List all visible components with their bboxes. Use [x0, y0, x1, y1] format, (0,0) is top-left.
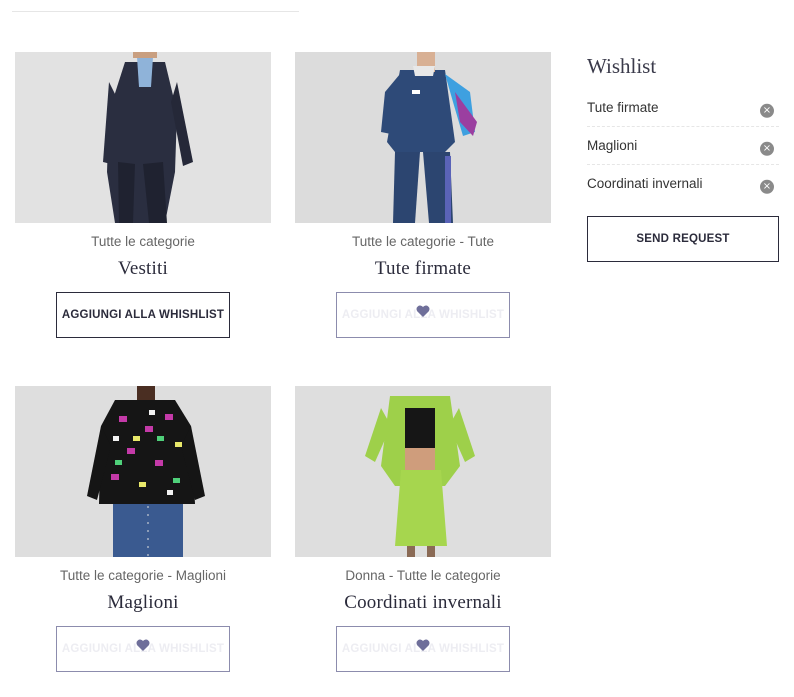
add-to-wishlist-button[interactable]: AGGIUNGI ALLA WHISHLIST: [56, 626, 230, 672]
product-card-tute-firmate: Tutte le categorie - Tute Tute firmate A…: [295, 52, 551, 338]
product-card-maglioni: Tutte le categorie - Maglioni Maglioni A…: [15, 386, 271, 672]
wishlist-title: Wishlist: [587, 54, 657, 78]
product-title[interactable]: Coordinati invernali: [295, 592, 551, 614]
heart-icon: [416, 293, 430, 337]
remove-icon[interactable]: ×: [760, 103, 774, 118]
product-category: Donna - Tutte le categorie: [345, 568, 501, 583]
heart-icon: [416, 627, 430, 671]
send-request-button[interactable]: SEND REQUEST: [587, 216, 779, 262]
wishlist-item: Maglioni ×: [587, 127, 779, 165]
add-to-wishlist-button[interactable]: AGGIUNGI ALLA WHISHLIST: [336, 626, 510, 672]
product-category: Tutte le categorie - Maglioni: [59, 568, 227, 583]
heart-icon: [136, 627, 150, 671]
product-title[interactable]: Maglioni: [15, 592, 271, 614]
product-card-coordinati-invernali: Donna - Tutte le categorie Coordinati in…: [295, 386, 551, 672]
wishlist-item-label: Tute firmate: [587, 100, 659, 115]
wishlist-item-label: Maglioni: [587, 138, 638, 153]
top-divider: [12, 11, 299, 12]
wishlist-item: Tute firmate ×: [587, 89, 779, 127]
product-photo[interactable]: [295, 52, 551, 223]
product-title[interactable]: Tute firmate: [295, 258, 551, 280]
wishlist-panel: Wishlist Tute firmate × Maglioni × Coord…: [587, 52, 779, 262]
product-card-vestiti: Tutte le categorie Vestiti AGGIUNGI ALLA…: [15, 52, 271, 338]
product-title[interactable]: Vestiti: [15, 258, 271, 280]
product-photo[interactable]: [15, 386, 271, 557]
add-to-wishlist-button[interactable]: AGGIUNGI ALLA WHISHLIST: [56, 292, 230, 338]
product-photo[interactable]: [295, 386, 551, 557]
add-to-wishlist-label: AGGIUNGI ALLA WHISHLIST: [61, 309, 225, 321]
product-photo[interactable]: [15, 52, 271, 223]
add-to-wishlist-button[interactable]: AGGIUNGI ALLA WHISHLIST: [336, 292, 510, 338]
product-category: Tutte le categorie - Tute: [351, 234, 495, 249]
remove-icon[interactable]: ×: [760, 141, 774, 156]
remove-icon[interactable]: ×: [760, 179, 774, 194]
wishlist-items: Tute firmate × Maglioni × Coordinati inv…: [587, 89, 779, 202]
wishlist-item: Coordinati invernali ×: [587, 165, 779, 202]
wishlist-item-label: Coordinati invernali: [587, 176, 703, 191]
product-category: Tutte le categorie: [91, 234, 195, 249]
